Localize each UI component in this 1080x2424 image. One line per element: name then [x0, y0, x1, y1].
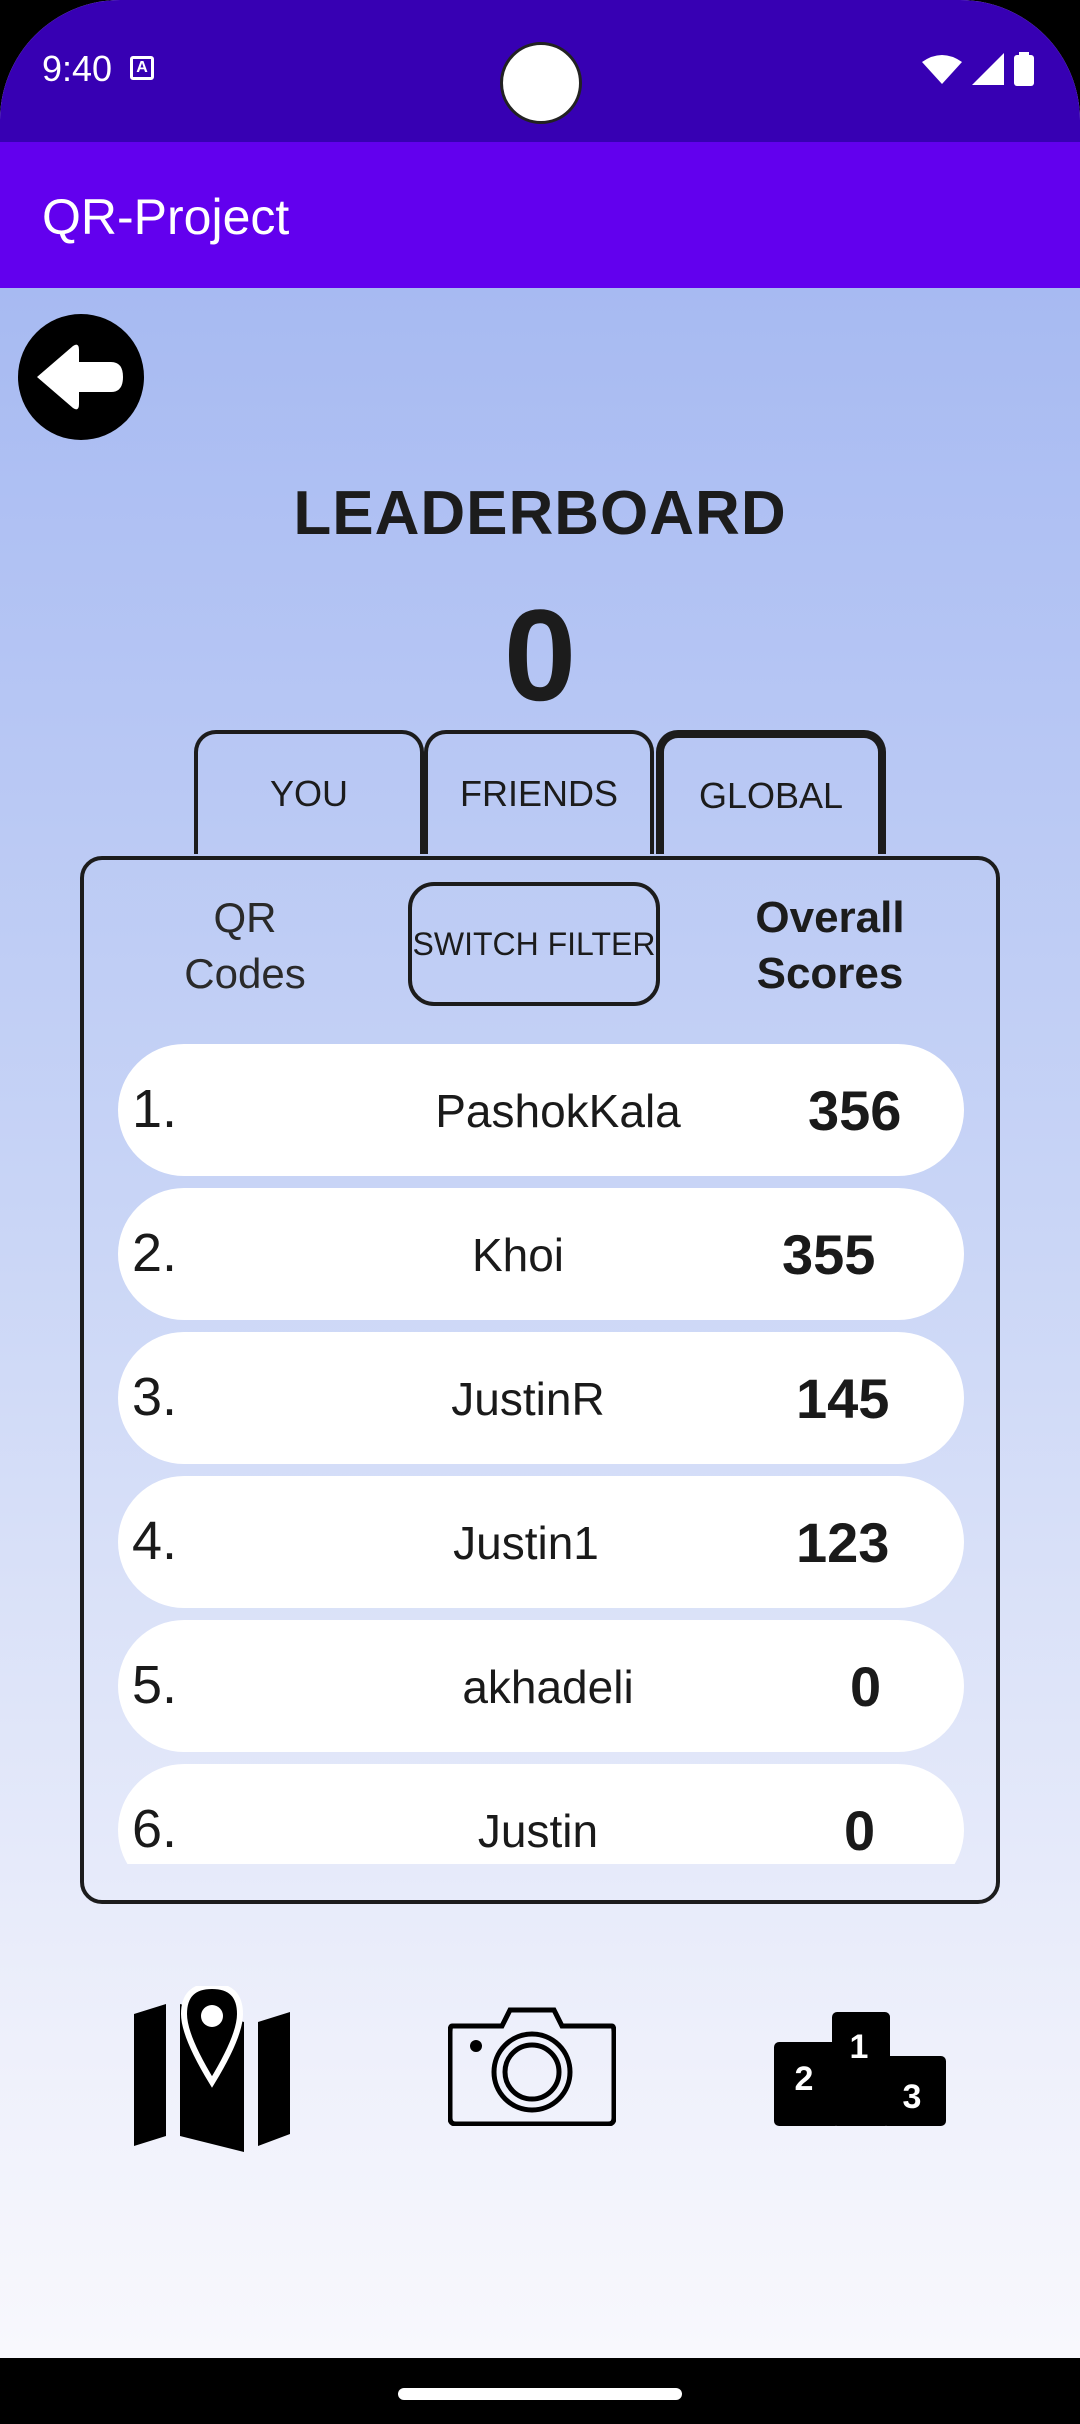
- phone-screen: 9:40 A QR-Project LEADERBOARD 0 YOU FRIE…: [0, 0, 1080, 2424]
- player-score: 123: [796, 1511, 890, 1574]
- signal-icon: [972, 53, 1004, 85]
- overall-scores-filter-label: Overall Scores: [730, 890, 930, 1002]
- status-icons: [922, 52, 1034, 86]
- list-item[interactable]: 6. Justin 0: [118, 1764, 964, 1864]
- wifi-icon: [922, 55, 962, 84]
- map-icon: [134, 1986, 290, 2152]
- qr-codes-label-line1: QR: [213, 894, 277, 941]
- app-title: QR-Project: [42, 189, 290, 245]
- leaderboard-title: LEADERBOARD: [293, 479, 787, 548]
- player-score: 355: [782, 1223, 876, 1286]
- rank-label: 6.: [132, 1799, 178, 1859]
- player-name: akhadeli: [462, 1661, 634, 1713]
- list-item[interactable]: 3. JustinR 145: [118, 1332, 964, 1464]
- leaderboard-button[interactable]: 1 2 3: [772, 2012, 948, 2126]
- player-score: 0: [844, 1799, 876, 1862]
- rank-label: 4.: [132, 1511, 178, 1571]
- podium-icon: 1 2 3: [774, 2012, 946, 2126]
- leaderboard-score: 0: [503, 582, 577, 728]
- map-button[interactable]: [130, 1986, 294, 2152]
- switch-filter-button[interactable]: SWITCH FILTER: [408, 882, 660, 1006]
- player-name: JustinR: [451, 1373, 605, 1425]
- podium-first-label: 1: [850, 2028, 869, 2066]
- tab-global[interactable]: GLOBAL: [656, 730, 886, 854]
- tab-friends[interactable]: FRIENDS: [424, 730, 654, 854]
- podium-third-label: 3: [903, 2078, 922, 2116]
- qr-codes-filter-label: QR Codes: [160, 890, 330, 1002]
- overall-scores-label-line2: Scores: [756, 949, 904, 998]
- home-indicator[interactable]: [398, 2388, 682, 2400]
- rank-label: 2.: [132, 1223, 178, 1283]
- back-button[interactable]: [18, 314, 144, 440]
- status-time: 9:40: [42, 48, 113, 89]
- arrow-left-icon: [37, 344, 123, 410]
- qr-codes-label-line2: Codes: [184, 950, 306, 997]
- camera-icon: [448, 2007, 616, 2126]
- leaderboard-list[interactable]: 1. PashokKala 356 2. Khoi 355 3. JustinR…: [116, 1044, 964, 1864]
- a-icon: A: [130, 56, 154, 80]
- list-item[interactable]: 4. Justin1 123: [118, 1476, 964, 1608]
- rank-label: 5.: [132, 1655, 178, 1715]
- player-name: Justin1: [453, 1517, 599, 1569]
- player-score: 0: [850, 1655, 882, 1718]
- player-score: 145: [796, 1367, 890, 1430]
- overall-scores-label-line1: Overall: [755, 893, 905, 942]
- list-item[interactable]: 5. akhadeli 0: [118, 1620, 964, 1752]
- list-item[interactable]: 1. PashokKala 356: [118, 1044, 964, 1176]
- list-item[interactable]: 2. Khoi 355: [118, 1188, 964, 1320]
- camera-button[interactable]: [448, 2002, 616, 2126]
- player-score: 356: [808, 1079, 902, 1142]
- player-name: PashokKala: [435, 1085, 681, 1137]
- status-bar: 9:40 A: [0, 0, 1080, 142]
- battery-icon: [1014, 52, 1034, 86]
- rank-label: 1.: [132, 1079, 178, 1139]
- player-name: Khoi: [471, 1229, 565, 1281]
- camera-cutout: [500, 42, 582, 124]
- player-name: Justin: [477, 1805, 599, 1857]
- rank-label: 3.: [132, 1367, 178, 1427]
- tab-you[interactable]: YOU: [194, 730, 424, 854]
- podium-second-label: 2: [795, 2060, 814, 2098]
